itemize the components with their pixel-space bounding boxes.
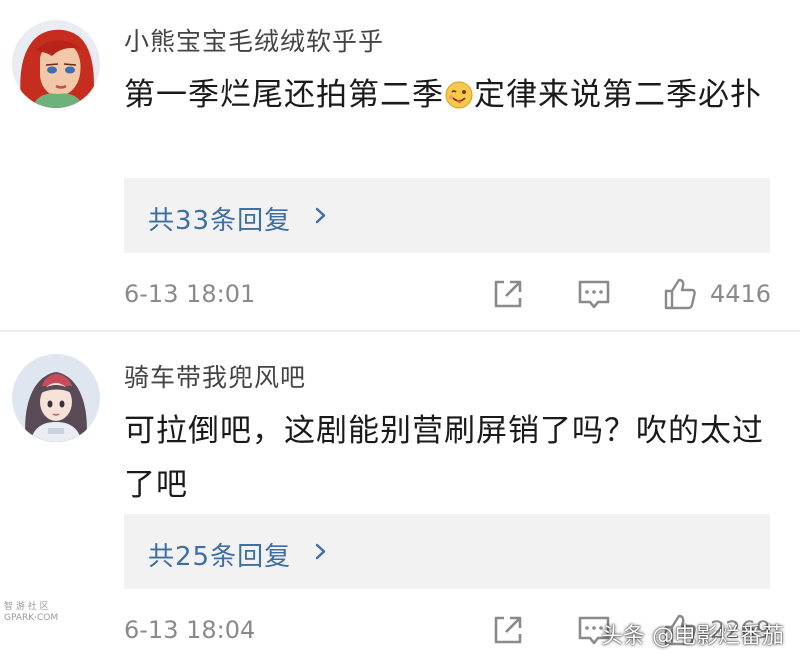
view-replies-button[interactable]: 共33条回复 [124,178,770,253]
comment-text: 可拉倒吧，这剧能别营刷屏销了吗？吹的太过了吧 [124,413,764,503]
user-avatar[interactable] [12,20,100,108]
like-count: 4416 [710,280,772,308]
comment-item: 小熊宝宝毛绒绒软乎乎 第一季烂尾还拍第二季 定律来说第二季必扑 共33条回复 6-… [0,0,800,330]
comment-time: 6-13 18:04 [124,616,256,644]
comment-divider [0,330,800,332]
site-watermark: 智 游 社 区 GPARK·COM [4,602,58,624]
anime-girl-avatar-icon [12,354,100,442]
comment-icon[interactable] [576,276,612,312]
red-hair-cartoon-avatar-icon [12,20,100,108]
reply-count-label: 共25条回复 [148,542,292,572]
comment-time: 6-13 18:01 [124,280,256,308]
share-icon[interactable] [490,276,526,312]
comment-item: 骑车带我兜风吧 可拉倒吧，这剧能别营刷屏销了吗？吹的太过了吧 共25条回复 6-… [0,336,800,664]
reply-count-label: 共33条回复 [148,206,292,236]
username[interactable]: 骑车带我兜风吧 [124,358,306,394]
thumbs-up-icon[interactable] [662,276,698,312]
site-watermark-line: GPARK·COM [4,613,59,623]
source-watermark: 头条 @电影烂番茄 [601,624,784,649]
wink-tongue-emoji-icon [444,73,474,109]
username[interactable]: 小熊宝宝毛绒绒软乎乎 [124,22,384,58]
share-icon[interactable] [490,612,526,648]
comment-text-part: 第一季烂尾还拍第二季 [124,77,444,113]
chevron-right-icon [315,207,326,224]
comment-text-part: 定律来说第二季必扑 [474,77,762,113]
comment-text: 第一季烂尾还拍第二季 定律来说第二季必扑 [124,68,774,122]
chevron-right-icon [315,543,326,560]
view-replies-button[interactable]: 共25条回复 [124,514,770,589]
comment-meta: 6-13 18:01 4416 [124,272,784,316]
user-avatar[interactable] [12,354,100,442]
site-watermark-line: 智 游 社 区 [4,602,49,612]
